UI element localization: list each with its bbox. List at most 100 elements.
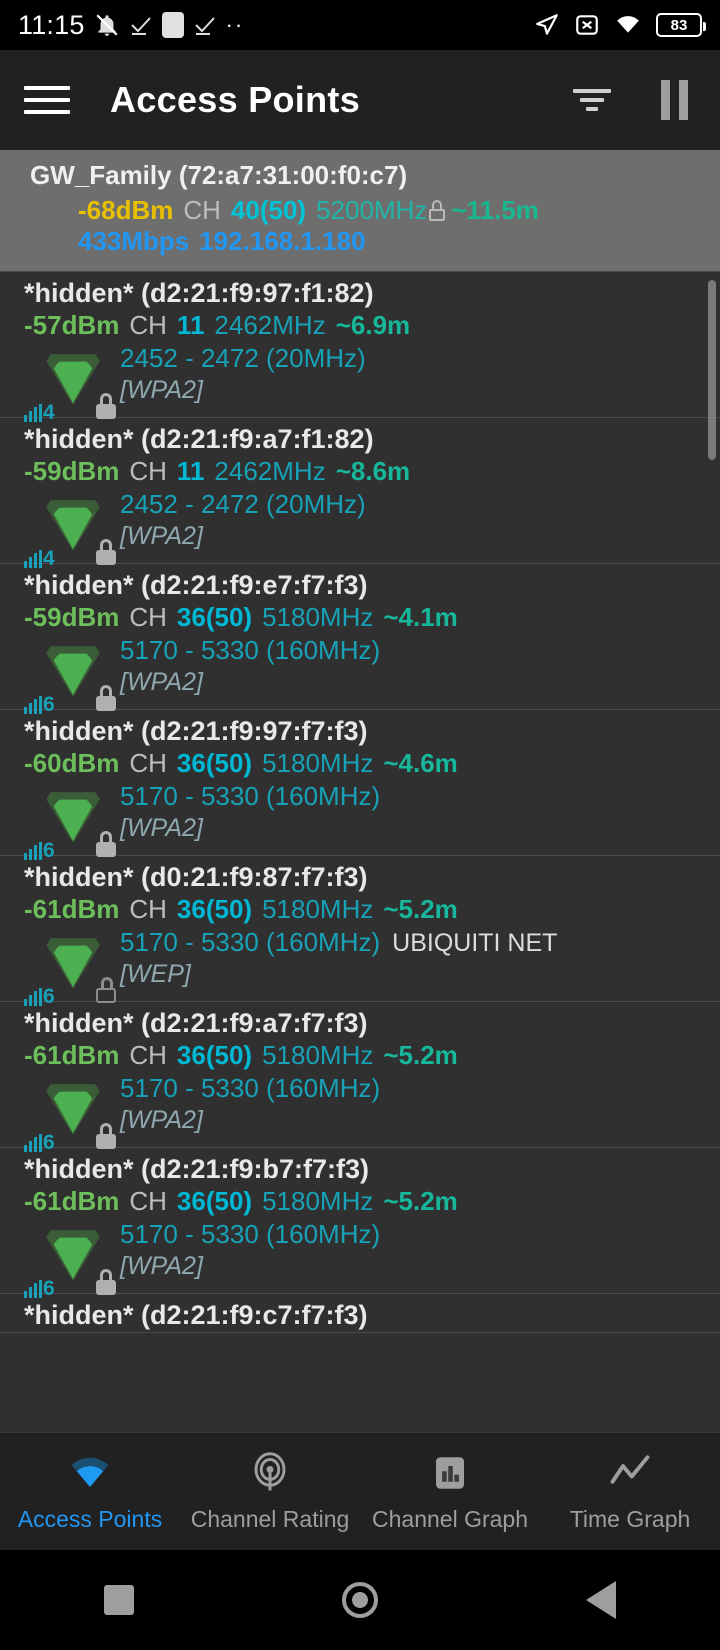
access-point-row[interactable]: *hidden* (d2:21:f9:97:f7:f3) -60dBm CH 36(5… (0, 710, 720, 861)
ap-frequency: 5180MHz (262, 1186, 374, 1216)
line-chart-icon (607, 1450, 653, 1496)
ap-ch-label: CH (129, 1040, 167, 1070)
ap-ch-label: CH (129, 456, 167, 486)
ap-ssid: *hidden* (d2:21:f9:97:f1:82) (24, 278, 374, 308)
lock-open-icon (96, 977, 116, 1003)
nav-tab-time-graph[interactable]: Time Graph (540, 1450, 720, 1533)
ap-icon-group: 6 (24, 781, 120, 861)
ap-distance: ~4.1m (383, 602, 458, 632)
ap-detail: 5170 - 5330 (160MHz) [WPA2] (120, 1219, 690, 1281)
nav-tab-channel-rating[interactable]: Channel Rating (180, 1450, 360, 1533)
ap-ch-label: CH (129, 894, 167, 924)
ap-frequency-range: 2452 - 2472 (20MHz) (120, 489, 366, 519)
access-point-row[interactable]: *hidden* (d2:21:f9:a7:f7:f3) -61dBm CH 36(5… (0, 1002, 720, 1153)
ap-signal-level: -61dBm (24, 1186, 120, 1216)
status-time: 11:15 (18, 9, 85, 40)
signal-strength-icon (42, 343, 104, 405)
battery-icon: 83 (656, 13, 706, 37)
ap-detail: 2452 - 2472 (20MHz) [WPA2] (120, 489, 690, 551)
ap-detail: 5170 - 5330 (160MHz) [WPA2] (120, 781, 690, 843)
access-point-row[interactable]: *hidden* (d0:21:f9:87:f7:f3) -61dBm CH 36(5… (0, 856, 720, 1007)
connected-access-point[interactable]: GW_Family (72:a7:31:00:f0:c7) -68dBm CH … (0, 150, 720, 272)
ap-security: [WPA2] (120, 668, 203, 696)
access-point-row[interactable]: *hidden* (d2:21:f9:97:f1:82) -57dBm CH 11 24… (0, 272, 720, 423)
home-circle-icon[interactable] (342, 1582, 378, 1618)
hamburger-menu-icon[interactable] (24, 86, 70, 114)
ap-frequency: 5180MHz (262, 894, 374, 924)
sim-off-icon (574, 12, 600, 38)
ap-body: 6 5170 - 5330 (160MHz) UBIQUITI NET [WEP] (24, 927, 690, 1007)
connected-ip-address: 192.168.1.180 (199, 226, 366, 256)
ap-security: [WPA2] (120, 376, 203, 404)
ap-ssid: *hidden* (d0:21:f9:87:f7:f3) (24, 862, 368, 892)
ap-channel: 11 (176, 456, 205, 486)
lock-icon (96, 831, 116, 857)
ap-signal-level: -57dBm (24, 310, 120, 340)
app-screen: 11:15 ·· 83 Access Points GW_Family (72:… (0, 0, 720, 1650)
lock-icon (96, 685, 116, 711)
connected-frequency: 5200MHz (316, 195, 428, 225)
ap-signal-level: -59dBm (24, 456, 120, 486)
recents-square-icon[interactable] (104, 1585, 134, 1615)
bar-chart-icon (429, 1450, 471, 1496)
signal-strength-icon (42, 1073, 104, 1135)
ap-summary-row: -57dBm CH 11 2462MHz ~6.9m (24, 310, 690, 341)
ap-ssid: *hidden* (d2:21:f9:a7:f7:f3) (24, 1008, 368, 1038)
ap-icon-group: 6 (24, 1073, 120, 1153)
access-point-row[interactable]: *hidden* (d2:21:f9:b7:f7:f3) -61dBm CH 36(5… (0, 1148, 720, 1299)
ap-distance: ~5.2m (383, 894, 458, 924)
ap-frequency-range: 2452 - 2472 (20MHz) (120, 343, 366, 373)
nav-tab-access-points[interactable]: Access Points (0, 1450, 180, 1533)
ap-channel: 36(50) (176, 894, 253, 924)
pause-icon[interactable] (661, 80, 688, 120)
connected-distance: ~11.5m (451, 195, 539, 225)
access-point-list-container[interactable]: *hidden* (d2:21:f9:97:f1:82) -57dBm CH 11 24… (0, 272, 720, 1432)
ap-signal-level: -59dBm (24, 602, 120, 632)
access-point-row-partial[interactable]: *hidden* (d2:21:f9:c7:f7:f3) (0, 1294, 720, 1333)
ap-ch-label: CH (129, 310, 167, 340)
lock-icon (96, 539, 116, 565)
back-triangle-icon[interactable] (586, 1581, 616, 1619)
ap-frequency: 5180MHz (262, 602, 374, 632)
ap-body: 6 5170 - 5330 (160MHz) [WPA2] (24, 1073, 690, 1153)
status-bar-right: 83 (534, 12, 706, 38)
ap-summary-row: -59dBm CH 36(50) 5180MHz ~4.1m (24, 602, 690, 633)
ap-range-row: 5170 - 5330 (160MHz) UBIQUITI NET (120, 927, 690, 958)
ap-detail: 2452 - 2472 (20MHz) [WPA2] (120, 343, 690, 405)
battery-percent: 83 (670, 16, 688, 34)
ap-ssid: *hidden* (d2:21:f9:c7:f7:f3) (24, 1300, 368, 1330)
ap-frequency-range: 5170 - 5330 (160MHz) (120, 781, 381, 811)
access-point-row[interactable]: *hidden* (d2:21:f9:e7:f7:f3) -59dBm CH 36(5… (0, 564, 720, 715)
ap-security: [WPA2] (120, 814, 203, 842)
signal-strength-icon (42, 927, 104, 989)
filter-icon[interactable] (573, 89, 611, 111)
ap-detail: 5170 - 5330 (160MHz) UBIQUITI NET [WEP] (120, 927, 690, 989)
lock-icon (96, 393, 116, 419)
ap-security: [WPA2] (120, 522, 203, 550)
ap-icon-group: 4 (24, 343, 120, 423)
wifi-fan-icon (67, 1450, 113, 1496)
ap-detail: 5170 - 5330 (160MHz) [WPA2] (120, 635, 690, 697)
ap-range-row: 5170 - 5330 (160MHz) (120, 635, 690, 666)
access-point-row[interactable]: *hidden* (d2:21:f9:a7:f1:82) -59dBm CH 11 24… (0, 418, 720, 569)
ap-body: 6 5170 - 5330 (160MHz) [WPA2] (24, 635, 690, 715)
ap-distance: ~4.6m (383, 748, 458, 778)
nav-tab-channel-graph[interactable]: Channel Graph (360, 1450, 540, 1533)
ap-frequency: 2462MHz (214, 310, 326, 340)
wifi-icon (614, 12, 642, 38)
bell-off-icon (94, 12, 120, 38)
ap-icon-group: 6 (24, 1219, 120, 1299)
ap-ssid: *hidden* (d2:21:f9:a7:f1:82) (24, 424, 374, 454)
ap-signal-level: -61dBm (24, 1040, 120, 1070)
ap-ch-label: CH (129, 602, 167, 632)
ap-range-row: 5170 - 5330 (160MHz) (120, 1073, 690, 1104)
ap-distance: ~5.2m (383, 1186, 458, 1216)
access-point-list[interactable]: *hidden* (d2:21:f9:97:f1:82) -57dBm CH 11 24… (0, 272, 720, 1432)
more-dots-icon: ·· (225, 12, 245, 37)
list-scrollbar[interactable] (708, 280, 716, 460)
connected-details-row: -68dBm CH 40(50) 5200MHz ~11.5m (0, 195, 720, 226)
ap-frequency-range: 5170 - 5330 (160MHz) (120, 927, 381, 957)
ap-summary-row: -61dBm CH 36(50) 5180MHz ~5.2m (24, 894, 690, 925)
location-arrow-icon (534, 12, 560, 38)
ap-range-row: 2452 - 2472 (20MHz) (120, 489, 690, 520)
